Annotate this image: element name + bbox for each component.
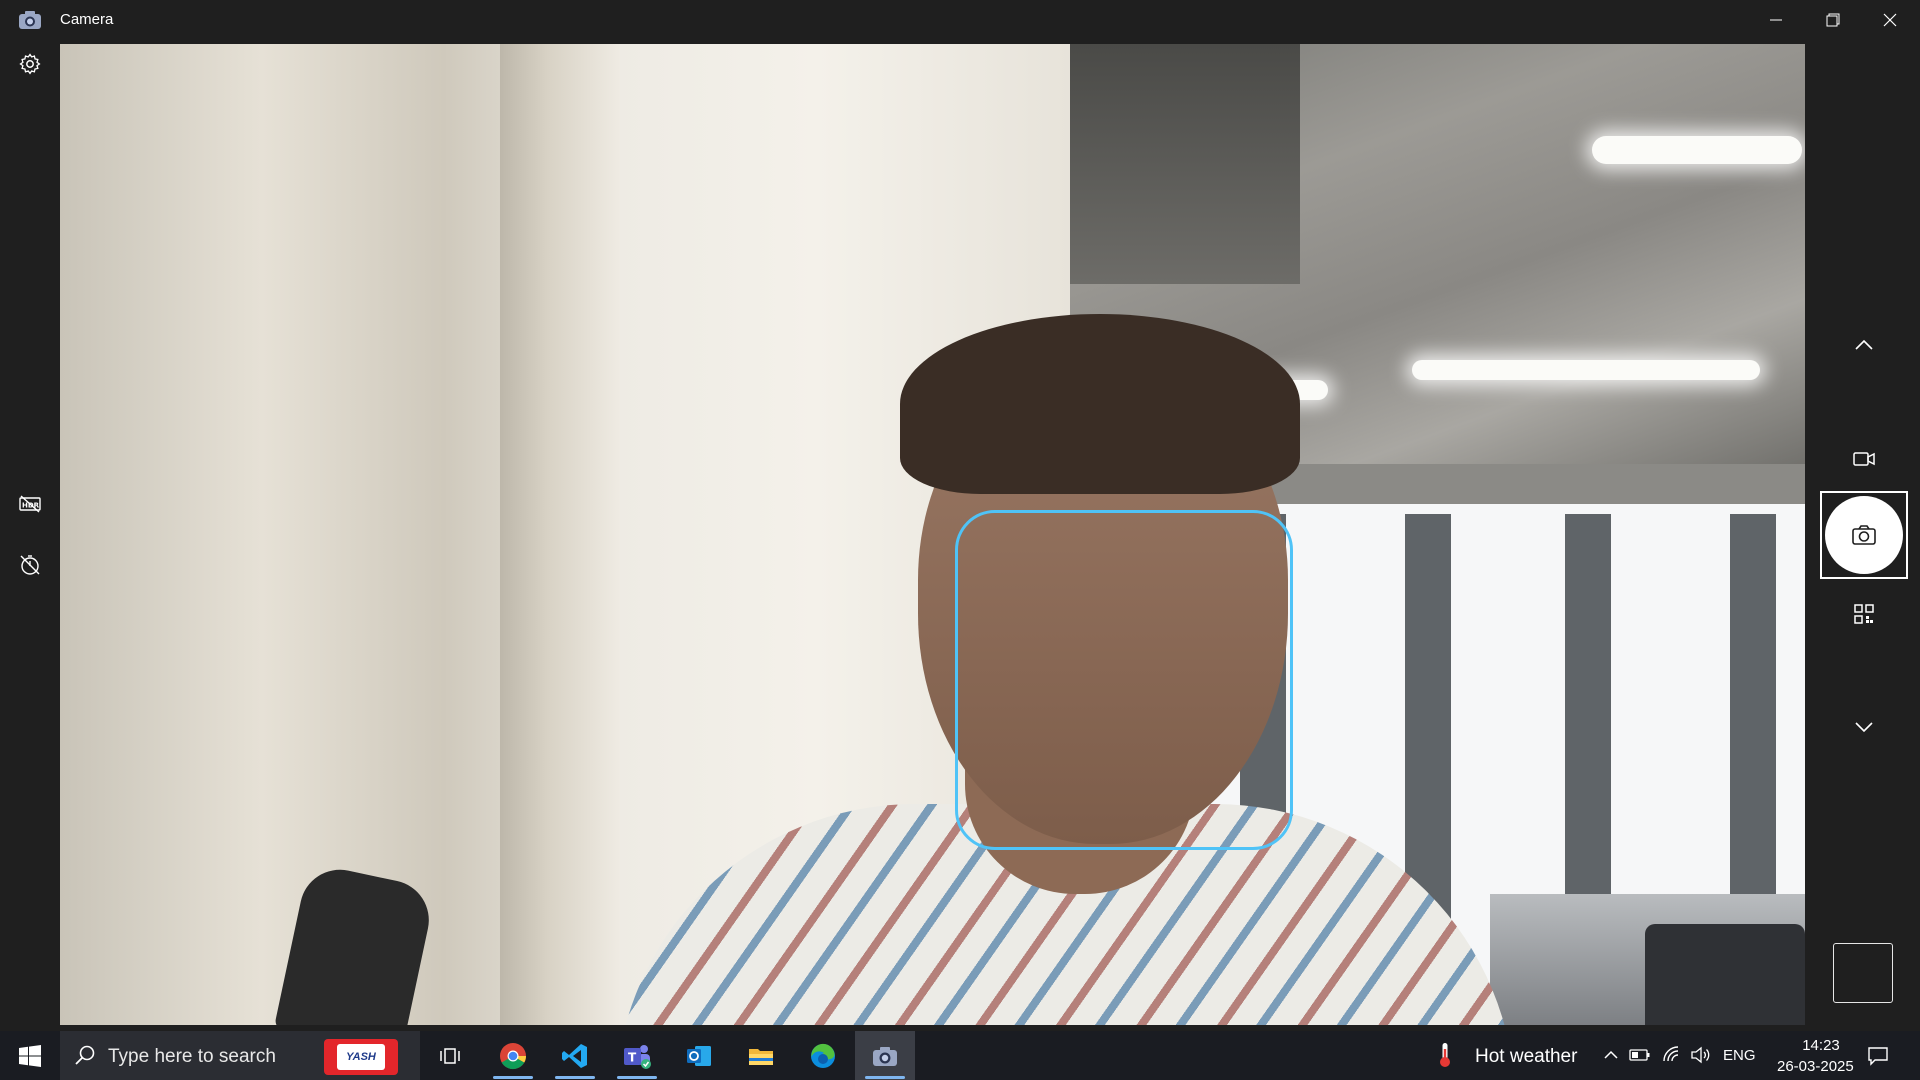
input-language[interactable]: ENG: [1723, 1047, 1756, 1064]
chair: [1645, 924, 1805, 1025]
face-detection-box: [955, 510, 1293, 850]
video-icon: [1853, 452, 1875, 466]
taskbar: Type here to search YASH T Hot weather E…: [0, 1031, 1920, 1080]
scroll-up-button[interactable]: [1842, 323, 1886, 367]
chrome-icon: [500, 1042, 527, 1069]
clock-date[interactable]: 26-03-2025: [1777, 1058, 1854, 1075]
video-mode-button[interactable]: [1842, 437, 1886, 481]
search-highlight-badge[interactable]: YASH: [324, 1039, 398, 1075]
weather-widget[interactable]: [1432, 1043, 1458, 1067]
wall-corner: [500, 44, 620, 1025]
close-button[interactable]: [1862, 0, 1918, 40]
scroll-down-button[interactable]: [1842, 705, 1886, 749]
taskbar-app-edge[interactable]: [793, 1031, 853, 1080]
settings-button[interactable]: [10, 44, 50, 84]
restore-button[interactable]: [1805, 0, 1861, 40]
camera-icon: [1852, 525, 1876, 545]
chevron-up-icon: [1604, 1050, 1618, 1059]
wifi-icon: [1663, 1046, 1679, 1062]
show-hidden-icons-button[interactable]: [1599, 1043, 1623, 1067]
person-hair: [900, 314, 1300, 494]
window-title: Camera: [60, 11, 114, 28]
windows-logo-icon: [19, 1044, 41, 1067]
barcode-mode-button[interactable]: [1842, 592, 1886, 636]
timer-off-icon: [20, 555, 40, 575]
camera-app-icon: [18, 10, 42, 30]
svg-text:T: T: [628, 1050, 637, 1064]
timer-button[interactable]: [10, 545, 50, 585]
outlook-icon: [687, 1045, 711, 1066]
file-explorer-icon: [749, 1048, 773, 1065]
close-icon: [1883, 13, 1897, 27]
search-icon: [75, 1045, 95, 1065]
minimize-icon: [1770, 19, 1782, 21]
teams-icon: T: [624, 1044, 651, 1069]
battery-icon: [1629, 1049, 1650, 1061]
start-button[interactable]: [0, 1031, 60, 1080]
gear-icon: [19, 53, 41, 75]
hdr-off-icon: HDR: [19, 495, 41, 513]
running-indicator: [493, 1076, 533, 1079]
notifications-button[interactable]: [1866, 1044, 1890, 1068]
taskbar-app-outlook[interactable]: [669, 1031, 729, 1080]
qr-code-icon: [1854, 604, 1874, 624]
camera-viewfinder[interactable]: [60, 44, 1805, 1025]
action-center-icon: [1868, 1047, 1888, 1066]
taskbar-search-box[interactable]: Type here to search YASH: [60, 1031, 420, 1080]
ceiling-light: [1412, 360, 1760, 380]
minimize-button[interactable]: [1748, 0, 1804, 40]
restore-icon: [1826, 13, 1840, 27]
search-placeholder: Type here to search: [108, 1046, 276, 1067]
taskbar-app-teams[interactable]: T: [607, 1031, 667, 1080]
vscode-icon: [562, 1043, 587, 1068]
ceiling-light: [1592, 136, 1802, 164]
task-view-button[interactable]: [420, 1031, 480, 1080]
clock-time[interactable]: 14:23: [1791, 1037, 1851, 1054]
running-indicator: [555, 1076, 595, 1079]
gallery-thumbnail[interactable]: [1833, 943, 1893, 1003]
weather-text[interactable]: Hot weather: [1475, 1046, 1577, 1068]
volume-control[interactable]: [1689, 1043, 1713, 1067]
speaker-icon: [1691, 1046, 1710, 1064]
yash-logo-text: YASH: [346, 1051, 376, 1063]
taskbar-app-vscode[interactable]: [545, 1031, 605, 1080]
thermometer-icon: [1440, 1043, 1450, 1067]
hdr-toggle-button[interactable]: HDR: [10, 484, 50, 524]
network-status[interactable]: [1660, 1043, 1684, 1067]
running-indicator: [617, 1076, 657, 1079]
take-photo-button[interactable]: [1825, 496, 1903, 574]
taskbar-app-chrome[interactable]: [483, 1031, 543, 1080]
camera-app-icon: [873, 1046, 897, 1066]
running-indicator: [865, 1076, 905, 1079]
taskbar-app-file-explorer[interactable]: [731, 1031, 791, 1080]
taskbar-app-camera[interactable]: [855, 1031, 915, 1080]
title-bar: Camera: [0, 0, 1920, 40]
ceiling-beam: [1070, 44, 1300, 284]
task-view-icon: [440, 1047, 460, 1064]
chevron-up-icon: [1855, 339, 1873, 350]
edge-icon: [811, 1043, 835, 1068]
battery-status[interactable]: [1628, 1043, 1652, 1067]
chevron-down-icon: [1855, 722, 1873, 733]
